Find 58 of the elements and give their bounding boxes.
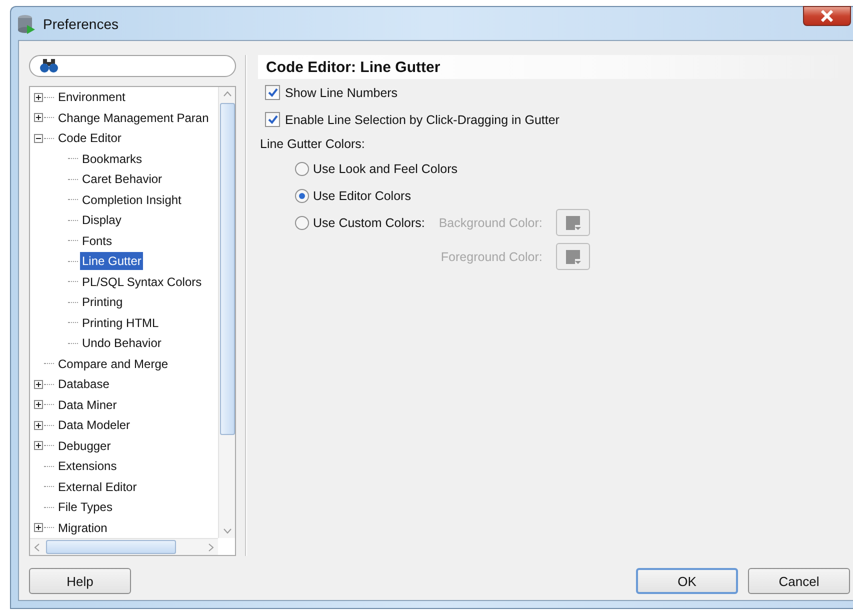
close-icon <box>820 10 834 22</box>
horizontal-scrollbar[interactable] <box>30 538 218 555</box>
tree-item[interactable]: External Editor <box>56 478 139 496</box>
radio-label[interactable]: Use Look and Feel Colors <box>313 162 458 176</box>
tree-item[interactable]: Code Editor <box>56 129 124 148</box>
radio-button[interactable] <box>295 188 309 202</box>
collapse-icon[interactable] <box>34 134 43 143</box>
tree-item[interactable]: Caret Behavior <box>80 170 164 188</box>
expand-icon[interactable] <box>34 400 43 410</box>
color-picker-button[interactable] <box>556 243 590 270</box>
vertical-scrollbar[interactable] <box>218 87 235 538</box>
tree-item[interactable]: Bookmarks <box>80 150 144 168</box>
dialog-button[interactable]: OK <box>636 568 738 594</box>
color-picker-button[interactable] <box>556 209 590 236</box>
checkbox[interactable] <box>265 112 280 127</box>
expand-icon[interactable] <box>34 523 43 532</box>
expand-icon[interactable] <box>34 113 43 122</box>
radio-label[interactable]: Use Editor Colors <box>313 188 411 202</box>
tree-item[interactable]: Printing HTML <box>80 314 161 332</box>
tree-item[interactable]: Fonts <box>80 232 114 250</box>
search-field[interactable] <box>29 55 236 77</box>
tree-item[interactable]: File Types <box>56 498 114 516</box>
tree-item[interactable]: Debugger <box>56 436 113 455</box>
tree-item[interactable]: PL/SQL Syntax Colors <box>80 272 204 291</box>
tree-item[interactable]: Printing <box>80 293 125 312</box>
color-label: Foreground Color: <box>440 250 542 264</box>
tree-item[interactable]: Extensions <box>56 457 119 476</box>
tree-item[interactable]: Completion Insight <box>80 190 184 209</box>
tree-item[interactable]: Display <box>80 211 124 230</box>
group-label: Line Gutter Colors: <box>259 136 366 153</box>
dialog-button[interactable]: Help <box>29 568 131 594</box>
tree-item[interactable]: Line Gutter <box>80 252 144 270</box>
database-icon <box>17 14 35 34</box>
tree-item[interactable]: Data Miner <box>56 396 119 414</box>
window-title: Preferences <box>43 16 118 32</box>
expand-icon[interactable] <box>34 420 43 430</box>
tree-item[interactable]: Data Modeler <box>56 416 132 434</box>
tree-item[interactable]: Compare and Merge <box>56 354 170 373</box>
dialog-button[interactable]: Cancel <box>748 568 850 594</box>
color-label: Background Color: <box>438 216 542 230</box>
expand-icon[interactable] <box>34 441 43 450</box>
color-swatch-icon <box>564 248 582 266</box>
tree-item[interactable]: Undo Behavior <box>80 334 164 352</box>
close-button[interactable] <box>803 6 851 26</box>
tree-item[interactable]: Migration <box>56 518 110 537</box>
color-swatch-icon <box>564 214 582 232</box>
checkbox-label[interactable]: Enable Line Selection by Click-Dragging in Gutter <box>285 112 560 126</box>
expand-icon[interactable] <box>34 380 43 389</box>
radio-label[interactable]: Use Custom Colors: <box>313 216 425 230</box>
radio-button[interactable] <box>295 162 309 176</box>
expand-icon[interactable] <box>34 92 43 102</box>
binoculars-icon <box>40 59 58 73</box>
checkbox-label[interactable]: Show Line Numbers <box>285 86 398 100</box>
tree-item[interactable]: Database <box>56 375 112 394</box>
tree-item[interactable]: Change Management Paran <box>56 108 211 127</box>
radio-button[interactable] <box>295 216 309 230</box>
tree-item[interactable]: Environment <box>56 88 128 106</box>
checkbox[interactable] <box>265 85 280 100</box>
